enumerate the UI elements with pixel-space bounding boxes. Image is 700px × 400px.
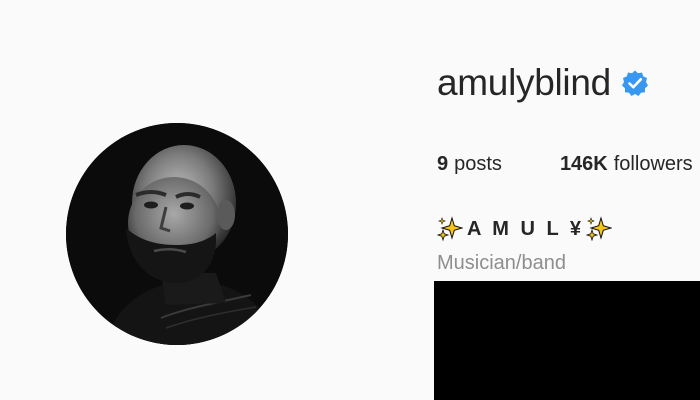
username: amulyblind (437, 62, 611, 103)
profile-category: Musician/band (437, 252, 566, 274)
sparkles-icon (436, 216, 464, 242)
sparkles-icon (585, 216, 613, 242)
followers-label: followers (613, 152, 693, 175)
verified-badge-icon (621, 69, 649, 97)
posts-stat[interactable]: 9 posts (437, 153, 502, 176)
profile-page: amulyblind 9 posts 146K followers A M U (0, 0, 700, 400)
followers-stat[interactable]: 146K followers (560, 153, 693, 176)
username-row: amulyblind (437, 58, 649, 108)
posts-count: 9 (437, 152, 449, 175)
profile-stats: 9 posts 146K followers (437, 150, 693, 178)
avatar-photo (66, 123, 288, 345)
redacted-block (434, 281, 700, 400)
followers-count: 146K (559, 152, 608, 175)
profile-avatar[interactable] (66, 123, 288, 345)
posts-label: posts (454, 152, 502, 175)
profile-full-name: A M U L ¥ (436, 214, 613, 244)
full-name-text: A M U L ¥ (467, 217, 585, 240)
